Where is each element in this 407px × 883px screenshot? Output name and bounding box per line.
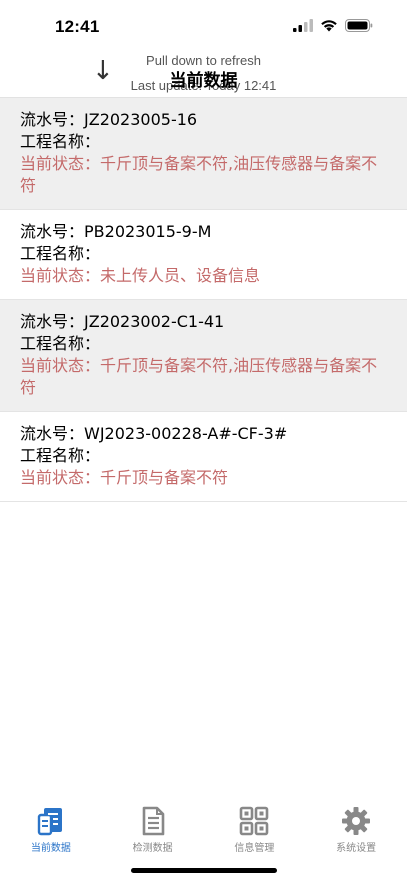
tab-bar: 当前数据 检测数据 信息管理 系统设置 <box>0 800 407 860</box>
status-label: 当前状态： <box>20 154 101 173</box>
battery-icon <box>345 19 373 32</box>
project-label: 工程名称： <box>20 244 101 263</box>
record-list: 流水号：JZ2023005-16 工程名称： 当前状态：千斤顶与备案不符,油压传… <box>0 97 407 502</box>
tab-current-data[interactable]: 当前数据 <box>0 800 102 860</box>
document-list-icon <box>37 808 62 836</box>
tab-label: 系统设置 <box>336 843 377 854</box>
serial-value: JZ2023005-16 <box>84 110 198 129</box>
list-item[interactable]: 流水号：WJ2023-00228-A#-CF-3# 工程名称： 当前状态：千斤顶… <box>0 412 407 502</box>
project-row: 工程名称： <box>20 243 387 265</box>
list-item[interactable]: 流水号：PB2023015-9-M 工程名称： 当前状态：未上传人员、设备信息 <box>0 210 407 300</box>
tab-label: 当前数据 <box>30 843 71 854</box>
tab-detection-data[interactable]: 检测数据 <box>102 800 204 860</box>
status-label: 当前状态： <box>20 468 101 487</box>
serial-value: PB2023015-9-M <box>84 222 212 241</box>
serial-label: 流水号： <box>20 110 85 129</box>
serial-value: JZ2023002-C1-41 <box>84 312 225 331</box>
serial-label: 流水号： <box>20 312 85 331</box>
tab-system-settings[interactable]: 系统设置 <box>305 800 407 860</box>
project-label: 工程名称： <box>20 334 101 353</box>
serial-row: 流水号：WJ2023-00228-A#-CF-3# <box>20 423 387 445</box>
serial-row: 流水号：JZ2023005-16 <box>20 109 387 131</box>
status-row: 当前状态：未上传人员、设备信息 <box>20 265 387 287</box>
status-row: 当前状态：千斤顶与备案不符,油压传感器与备案不符 <box>20 153 387 197</box>
status-label: 当前状态： <box>20 356 101 375</box>
list-item[interactable]: 流水号：JZ2023002-C1-41 工程名称： 当前状态：千斤顶与备案不符,… <box>0 300 407 412</box>
list-item[interactable]: 流水号：JZ2023005-16 工程名称： 当前状态：千斤顶与备案不符,油压传… <box>0 98 407 210</box>
wifi-icon <box>321 20 337 32</box>
project-label: 工程名称： <box>20 446 101 465</box>
serial-value: WJ2023-00228-A#-CF-3# <box>84 424 288 443</box>
project-row: 工程名称： <box>20 333 387 355</box>
home-indicator <box>131 868 277 873</box>
status-row: 当前状态：千斤顶与备案不符 <box>20 467 387 489</box>
status-time: 12:41 <box>55 17 100 36</box>
status-label: 当前状态： <box>20 266 101 285</box>
page-title: 当前数据 <box>169 71 238 91</box>
status-icons <box>293 19 373 32</box>
status-value: 千斤顶与备案不符 <box>100 468 229 487</box>
status-value: 未上传人员、设备信息 <box>100 266 261 285</box>
serial-label: 流水号： <box>20 424 85 443</box>
project-row: 工程名称： <box>20 131 387 153</box>
signal-icon <box>293 19 313 32</box>
tab-label: 信息管理 <box>234 843 275 854</box>
status-row: 当前状态：千斤顶与备案不符,油压传感器与备案不符 <box>20 355 387 399</box>
tab-info-management[interactable]: 信息管理 <box>204 800 306 860</box>
serial-row: 流水号：JZ2023002-C1-41 <box>20 311 387 333</box>
project-label: 工程名称： <box>20 132 101 151</box>
status-bar: 12:41 <box>0 0 407 54</box>
project-row: 工程名称： <box>20 445 387 467</box>
serial-row: 流水号：PB2023015-9-M <box>20 221 387 243</box>
serial-label: 流水号： <box>20 222 85 241</box>
gear-icon <box>342 807 371 835</box>
tab-label: 检测数据 <box>132 843 173 854</box>
document-icon <box>142 806 164 836</box>
grid-icon <box>240 806 269 836</box>
